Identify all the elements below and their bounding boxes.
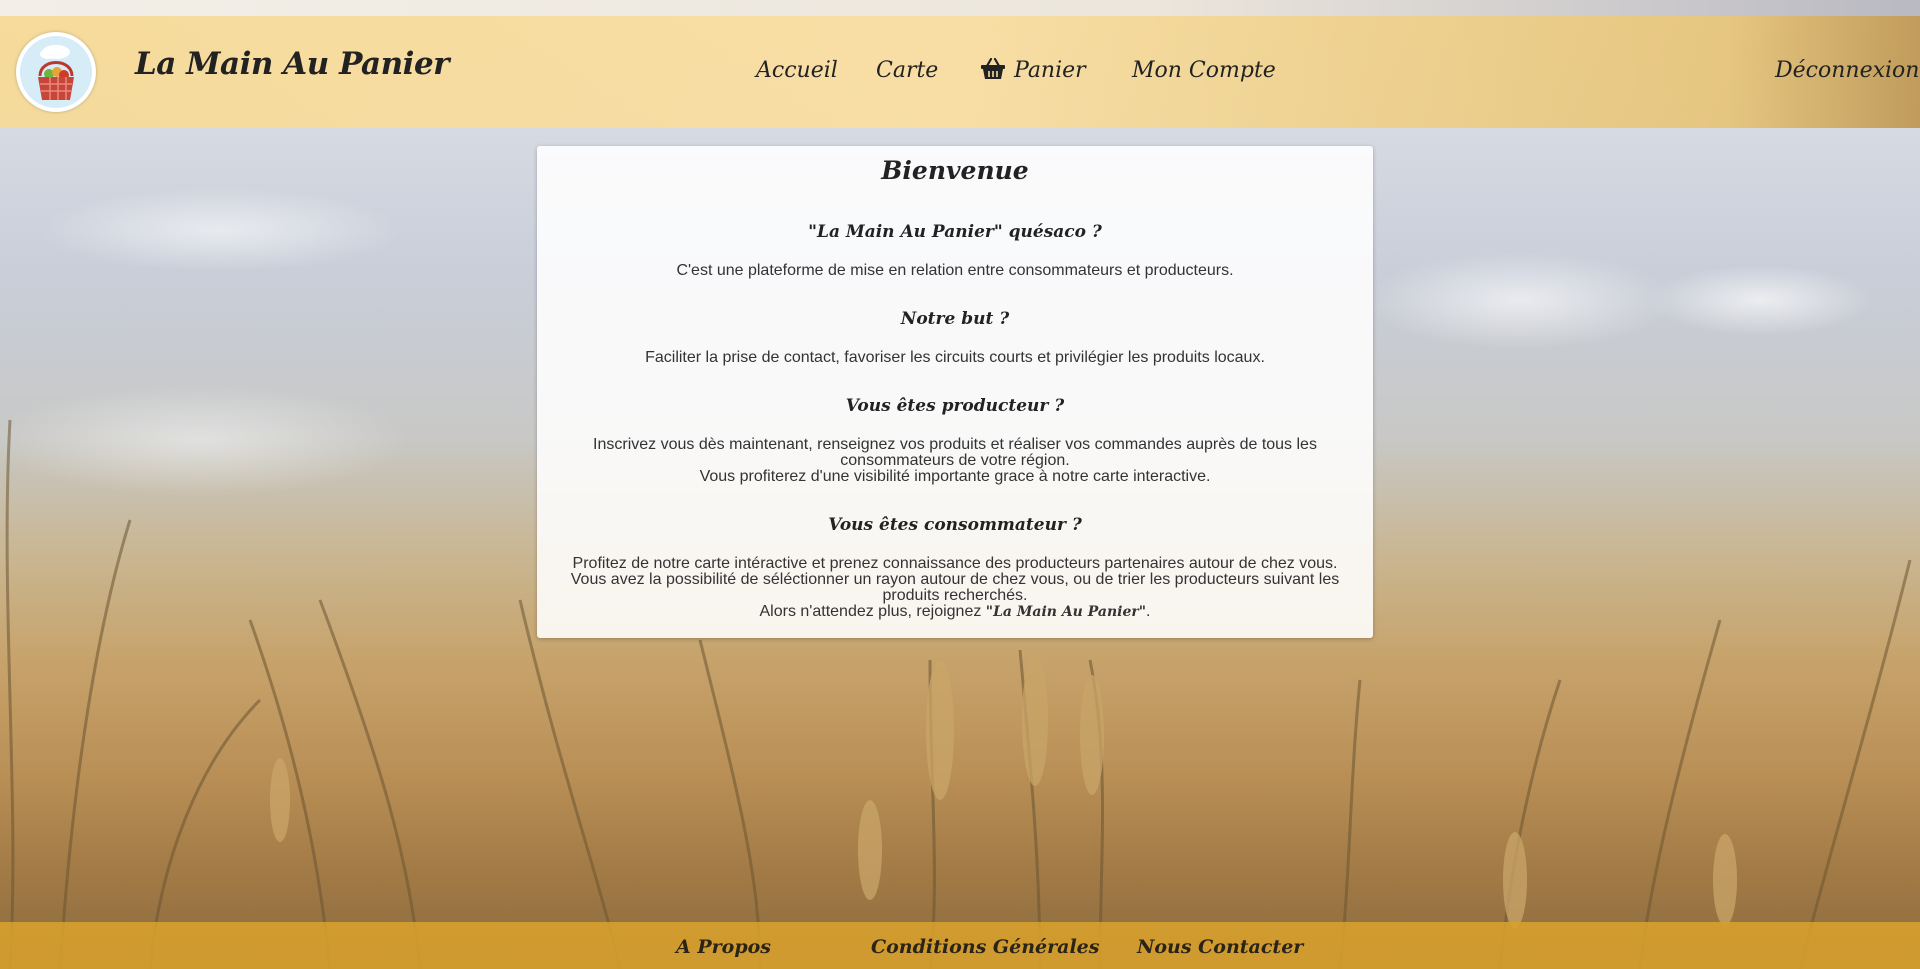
section-heading-producer: Vous êtes producteur ? [845, 396, 1065, 416]
producer-line-1: Inscrivez vous dès maintenant, renseigne… [593, 436, 1317, 469]
top-strip [0, 0, 1920, 16]
consumer-line-2: Vous avez la possibilité de séléctionner… [570, 571, 1340, 604]
welcome-card: Bienvenue "La Main Au Panier" quésaco ? … [537, 146, 1373, 638]
basket-logo-icon[interactable] [16, 32, 96, 112]
nav-logout[interactable]: Déconnexion [1775, 58, 1919, 83]
section-heading-consumer: Vous êtes consommateur ? [828, 515, 1082, 535]
section-text-goal: Faciliter la prise de contact, favoriser… [645, 349, 1265, 366]
brand-name[interactable]: La Main Au Panier [135, 46, 450, 82]
nav-cart[interactable]: Panier [980, 57, 1086, 86]
section-text-intro: C'est une plateforme de mise en relation… [676, 262, 1234, 279]
consumer-closing-brand: "La Main Au Panier" [985, 604, 1147, 620]
welcome-title: Bienvenue [881, 156, 1029, 185]
producer-line-2: Vous profiterez d'une visibilité importa… [699, 468, 1211, 485]
footer-contact-link[interactable]: Nous Contacter [1137, 936, 1303, 958]
section-heading-intro: "La Main Au Panier" quésaco ? [808, 222, 1102, 242]
consumer-closing-prefix: Alors n'attendez plus, rejoignez [759, 603, 986, 620]
nav-map[interactable]: Carte [876, 58, 938, 83]
consumer-line-1: Profitez de notre carte intéractive et p… [572, 555, 1338, 572]
footer-about-link[interactable]: A Propos [676, 936, 771, 958]
section-text-producer: Inscrivez vous dès maintenant, renseigne… [567, 437, 1343, 485]
site-header: La Main Au Panier Accueil Carte Panier M… [0, 16, 1920, 128]
basket-icon [980, 57, 1006, 86]
section-heading-goal: Notre but ? [900, 309, 1010, 329]
site-footer: A Propos Conditions Générales Nous Conta… [0, 922, 1920, 969]
nav-home[interactable]: Accueil [756, 58, 838, 83]
consumer-closing-suffix: . [1146, 603, 1151, 620]
nav-account[interactable]: Mon Compte [1132, 58, 1276, 83]
footer-terms-link[interactable]: Conditions Générales [871, 936, 1099, 958]
nav-cart-label: Panier [1014, 58, 1086, 83]
section-text-consumer: Profitez de notre carte intéractive et p… [567, 555, 1343, 621]
